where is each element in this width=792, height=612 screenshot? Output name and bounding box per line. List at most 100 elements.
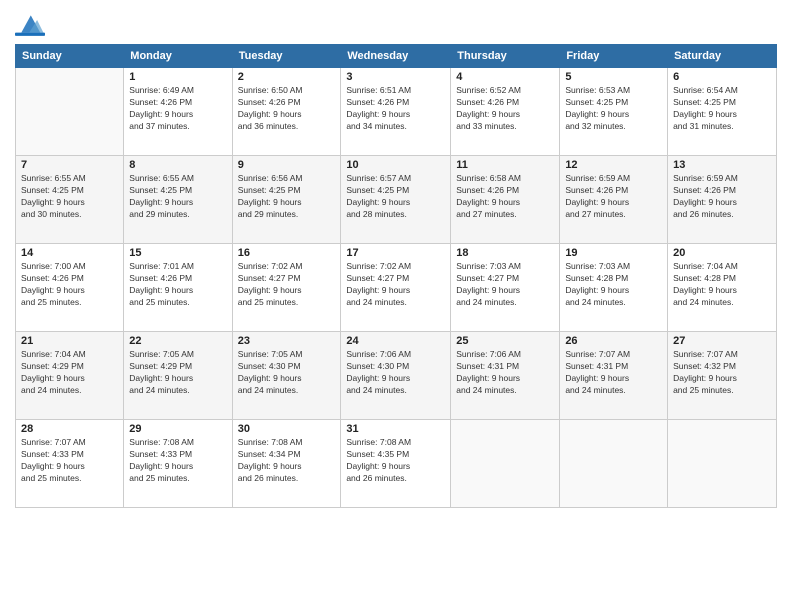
day-info: Sunrise: 6:49 AMSunset: 4:26 PMDaylight:… bbox=[129, 85, 226, 133]
day-number: 22 bbox=[129, 335, 226, 347]
calendar-cell: 2 Sunrise: 6:50 AMSunset: 4:26 PMDaylight… bbox=[232, 68, 341, 156]
day-info: Sunrise: 7:05 AMSunset: 4:30 PMDaylight:… bbox=[238, 349, 336, 397]
logo bbox=[15, 10, 49, 38]
calendar-cell: 17Sunrise: 7:02 AMSunset: 4:27 PMDayligh… bbox=[341, 244, 451, 332]
calendar-cell: 5 Sunrise: 6:53 AMSunset: 4:25 PMDaylight… bbox=[560, 68, 668, 156]
day-number: 16 bbox=[238, 247, 336, 259]
calendar-header: SundayMondayTuesdayWednesdayThursdayFrid… bbox=[16, 45, 777, 68]
day-number: 5 bbox=[565, 71, 662, 83]
day-info: Sunrise: 7:05 AMSunset: 4:29 PMDaylight:… bbox=[129, 349, 226, 397]
calendar-cell: 4Sunrise: 6:52 AMSunset: 4:26 PMDaylight… bbox=[451, 68, 560, 156]
day-number: 14 bbox=[21, 247, 118, 259]
day-info: Sunrise: 7:06 AMSunset: 4:31 PMDaylight:… bbox=[456, 349, 554, 397]
calendar-cell: 13 Sunrise: 6:59 AMSunset: 4:26 PMDayligh… bbox=[668, 156, 777, 244]
calendar-cell: 10 Sunrise: 6:57 AMSunset: 4:25 PMDayligh… bbox=[341, 156, 451, 244]
day-number: 15 bbox=[129, 247, 226, 259]
calendar-cell: 22 Sunrise: 7:05 AMSunset: 4:29 PMDayligh… bbox=[124, 332, 232, 420]
day-of-week-sunday: Sunday bbox=[16, 45, 124, 68]
calendar-cell: 15 Sunrise: 7:01 AMSunset: 4:26 PMDayligh… bbox=[124, 244, 232, 332]
day-of-week-monday: Monday bbox=[124, 45, 232, 68]
calendar-cell: 11 Sunrise: 6:58 AMSunset: 4:26 PMDayligh… bbox=[451, 156, 560, 244]
calendar-table: SundayMondayTuesdayWednesdayThursdayFrid… bbox=[15, 44, 777, 508]
day-number: 2 bbox=[238, 71, 336, 83]
day-info: Sunrise: 7:08 AMSunset: 4:33 PMDaylight:… bbox=[129, 437, 226, 485]
calendar-cell: 7 Sunrise: 6:55 AMSunset: 4:25 PMDaylight… bbox=[16, 156, 124, 244]
day-number: 20 bbox=[673, 247, 771, 259]
day-number: 6 bbox=[673, 71, 771, 83]
day-info: Sunrise: 6:50 AMSunset: 4:26 PMDaylight:… bbox=[238, 85, 336, 133]
day-info: Sunrise: 6:55 AMSunset: 4:25 PMDaylight:… bbox=[21, 173, 118, 221]
calendar-week-3: 21 Sunrise: 7:04 AMSunset: 4:29 PMDayligh… bbox=[16, 332, 777, 420]
calendar-cell: 18 Sunrise: 7:03 AMSunset: 4:27 PMDayligh… bbox=[451, 244, 560, 332]
day-info: Sunrise: 6:54 AMSunset: 4:25 PMDaylight:… bbox=[673, 85, 771, 133]
calendar-cell: 21 Sunrise: 7:04 AMSunset: 4:29 PMDayligh… bbox=[16, 332, 124, 420]
day-of-week-saturday: Saturday bbox=[668, 45, 777, 68]
calendar-cell: 24 Sunrise: 7:06 AMSunset: 4:30 PMDayligh… bbox=[341, 332, 451, 420]
day-of-week-wednesday: Wednesday bbox=[341, 45, 451, 68]
calendar-cell: 9 Sunrise: 6:56 AMSunset: 4:25 PMDaylight… bbox=[232, 156, 341, 244]
day-number: 10 bbox=[346, 159, 445, 171]
day-number: 12 bbox=[565, 159, 662, 171]
calendar-cell bbox=[668, 420, 777, 508]
day-info: Sunrise: 7:06 AMSunset: 4:30 PMDaylight:… bbox=[346, 349, 445, 397]
page-header bbox=[15, 10, 777, 38]
day-number: 26 bbox=[565, 335, 662, 347]
calendar-cell: 16Sunrise: 7:02 AMSunset: 4:27 PMDayligh… bbox=[232, 244, 341, 332]
day-info: Sunrise: 7:08 AMSunset: 4:35 PMDaylight:… bbox=[346, 437, 445, 485]
day-info: Sunrise: 7:00 AMSunset: 4:26 PMDaylight:… bbox=[21, 261, 118, 309]
day-info: Sunrise: 6:57 AMSunset: 4:25 PMDaylight:… bbox=[346, 173, 445, 221]
day-info: Sunrise: 6:56 AMSunset: 4:25 PMDaylight:… bbox=[238, 173, 336, 221]
calendar-cell: 19 Sunrise: 7:03 AMSunset: 4:28 PMDayligh… bbox=[560, 244, 668, 332]
day-number: 29 bbox=[129, 423, 226, 435]
calendar-cell: 30 Sunrise: 7:08 AMSunset: 4:34 PMDayligh… bbox=[232, 420, 341, 508]
calendar-cell: 31Sunrise: 7:08 AMSunset: 4:35 PMDayligh… bbox=[341, 420, 451, 508]
day-number: 19 bbox=[565, 247, 662, 259]
day-info: Sunrise: 6:59 AMSunset: 4:26 PMDaylight:… bbox=[673, 173, 771, 221]
day-number: 18 bbox=[456, 247, 554, 259]
calendar-cell: 23 Sunrise: 7:05 AMSunset: 4:30 PMDayligh… bbox=[232, 332, 341, 420]
day-info: Sunrise: 7:04 AMSunset: 4:28 PMDaylight:… bbox=[673, 261, 771, 309]
day-number: 23 bbox=[238, 335, 336, 347]
calendar-body: 1 Sunrise: 6:49 AMSunset: 4:26 PMDaylight… bbox=[16, 68, 777, 508]
day-number: 24 bbox=[346, 335, 445, 347]
calendar-cell: 3Sunrise: 6:51 AMSunset: 4:26 PMDaylight… bbox=[341, 68, 451, 156]
logo-icon bbox=[15, 10, 45, 38]
day-info: Sunrise: 6:59 AMSunset: 4:26 PMDaylight:… bbox=[565, 173, 662, 221]
day-info: Sunrise: 7:03 AMSunset: 4:27 PMDaylight:… bbox=[456, 261, 554, 309]
day-number: 28 bbox=[21, 423, 118, 435]
calendar-cell: 14 Sunrise: 7:00 AMSunset: 4:26 PMDayligh… bbox=[16, 244, 124, 332]
calendar-cell: 28 Sunrise: 7:07 AMSunset: 4:33 PMDayligh… bbox=[16, 420, 124, 508]
calendar-week-2: 14 Sunrise: 7:00 AMSunset: 4:26 PMDayligh… bbox=[16, 244, 777, 332]
day-info: Sunrise: 7:02 AMSunset: 4:27 PMDaylight:… bbox=[346, 261, 445, 309]
day-of-week-friday: Friday bbox=[560, 45, 668, 68]
day-info: Sunrise: 7:01 AMSunset: 4:26 PMDaylight:… bbox=[129, 261, 226, 309]
day-number: 4 bbox=[456, 71, 554, 83]
calendar-week-0: 1 Sunrise: 6:49 AMSunset: 4:26 PMDaylight… bbox=[16, 68, 777, 156]
day-number: 30 bbox=[238, 423, 336, 435]
day-number: 8 bbox=[129, 159, 226, 171]
day-number: 13 bbox=[673, 159, 771, 171]
day-number: 25 bbox=[456, 335, 554, 347]
day-info: Sunrise: 6:53 AMSunset: 4:25 PMDaylight:… bbox=[565, 85, 662, 133]
day-number: 11 bbox=[456, 159, 554, 171]
day-info: Sunrise: 6:58 AMSunset: 4:26 PMDaylight:… bbox=[456, 173, 554, 221]
calendar-cell: 6 Sunrise: 6:54 AMSunset: 4:25 PMDaylight… bbox=[668, 68, 777, 156]
calendar-cell: 26Sunrise: 7:07 AMSunset: 4:31 PMDayligh… bbox=[560, 332, 668, 420]
day-info: Sunrise: 7:03 AMSunset: 4:28 PMDaylight:… bbox=[565, 261, 662, 309]
calendar-cell bbox=[451, 420, 560, 508]
day-number: 21 bbox=[21, 335, 118, 347]
day-of-week-tuesday: Tuesday bbox=[232, 45, 341, 68]
day-number: 7 bbox=[21, 159, 118, 171]
day-info: Sunrise: 7:07 AMSunset: 4:33 PMDaylight:… bbox=[21, 437, 118, 485]
day-number: 9 bbox=[238, 159, 336, 171]
day-info: Sunrise: 6:55 AMSunset: 4:25 PMDaylight:… bbox=[129, 173, 226, 221]
calendar-cell: 27Sunrise: 7:07 AMSunset: 4:32 PMDayligh… bbox=[668, 332, 777, 420]
day-info: Sunrise: 7:08 AMSunset: 4:34 PMDaylight:… bbox=[238, 437, 336, 485]
days-of-week-row: SundayMondayTuesdayWednesdayThursdayFrid… bbox=[16, 45, 777, 68]
day-info: Sunrise: 7:04 AMSunset: 4:29 PMDaylight:… bbox=[21, 349, 118, 397]
day-number: 1 bbox=[129, 71, 226, 83]
calendar-cell bbox=[560, 420, 668, 508]
calendar-week-1: 7 Sunrise: 6:55 AMSunset: 4:25 PMDaylight… bbox=[16, 156, 777, 244]
day-number: 3 bbox=[346, 71, 445, 83]
calendar-week-4: 28 Sunrise: 7:07 AMSunset: 4:33 PMDayligh… bbox=[16, 420, 777, 508]
